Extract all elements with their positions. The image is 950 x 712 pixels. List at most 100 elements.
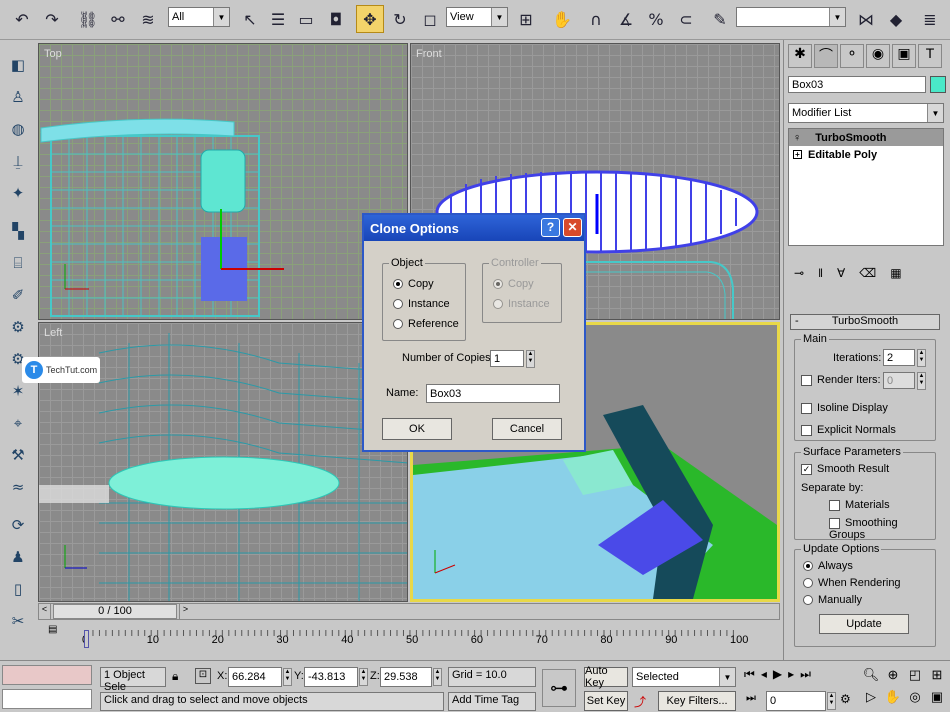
reference-coord-dropdown[interactable]: View ▼ xyxy=(446,7,508,27)
iterations-input[interactable] xyxy=(883,349,915,366)
angle-snap-icon[interactable]: ∡ xyxy=(612,5,640,33)
modifier-list-dropdown[interactable]: Modifier List ▼ xyxy=(788,103,944,123)
maxscript-listener-white[interactable] xyxy=(2,689,92,709)
smoothing-groups-checkbox[interactable] xyxy=(829,517,840,529)
play-icon[interactable]: ▶ xyxy=(773,667,782,687)
undo-icon[interactable]: ↶ xyxy=(8,5,36,33)
named-selection-sets-dropdown[interactable]: ▼ xyxy=(736,7,846,27)
sphere-icon[interactable]: ◍ xyxy=(5,116,31,142)
pan-icon[interactable]: ✋ xyxy=(882,689,904,711)
checker-icon[interactable]: ▚ xyxy=(5,218,31,244)
select-and-move-icon[interactable]: ✥ xyxy=(356,5,384,33)
create-box-icon[interactable]: ◧ xyxy=(5,52,31,78)
ok-button[interactable]: OK xyxy=(382,418,452,440)
select-and-scale-icon[interactable]: ◻ xyxy=(416,5,444,33)
select-by-name-icon[interactable]: ☰ xyxy=(264,5,292,33)
x-coordinate-input[interactable] xyxy=(228,667,282,687)
add-time-tag[interactable]: Add Time Tag xyxy=(448,692,536,711)
layer-manager-icon[interactable]: ≣ xyxy=(916,5,944,33)
key-filters-button[interactable]: Key Filters... xyxy=(658,691,736,711)
select-manipulate-icon[interactable]: ✋ xyxy=(548,5,576,33)
create-tab-icon[interactable]: ✱ xyxy=(788,44,812,68)
pin-stack-icon[interactable]: ⊸ xyxy=(794,266,804,286)
edit-named-selection-icon[interactable]: ✎ xyxy=(706,5,734,33)
hierarchy-tab-icon[interactable]: ⚬ xyxy=(840,44,864,68)
biped-icon[interactable]: ♟ xyxy=(5,544,31,570)
key-mode-toggle-icon[interactable]: ⏭ xyxy=(746,692,756,705)
helper-icon[interactable]: ⚒ xyxy=(5,442,31,468)
default-tangent-icon[interactable]: ⤴ xyxy=(634,693,646,710)
modify-tab-icon[interactable]: ⌒ xyxy=(814,44,838,68)
percent-snap-icon[interactable]: % xyxy=(642,5,670,33)
spacewarp-icon[interactable]: ≈ xyxy=(5,474,31,500)
mirror-icon[interactable]: ⋈ xyxy=(852,5,880,33)
cancel-button[interactable]: Cancel xyxy=(492,418,562,440)
cylinder-icon[interactable]: ⌸ xyxy=(5,250,31,276)
maxscript-listener-pink[interactable] xyxy=(2,665,92,685)
smooth-result-checkbox[interactable]: ✓ xyxy=(801,463,812,475)
remove-modifier-icon[interactable]: ⌫ xyxy=(859,266,876,286)
next-frame-icon[interactable]: ▸ xyxy=(788,667,794,687)
zoom-icon[interactable]: 🔍︎ xyxy=(860,667,882,689)
zoom-extents-all-icon[interactable]: ⊞ xyxy=(926,667,948,689)
selection-filter-dropdown[interactable]: All ▼ xyxy=(168,7,230,27)
y-spinner[interactable]: ▲ ▼ xyxy=(359,668,368,686)
iterations-spinner[interactable]: ▲ ▼ xyxy=(917,349,926,367)
absolute-mode-icon[interactable]: ⊡ xyxy=(195,668,211,684)
render-iters-checkbox[interactable] xyxy=(801,374,812,386)
current-frame-input[interactable] xyxy=(766,691,826,711)
camera-icon[interactable]: ⌖ xyxy=(5,410,31,436)
lightbulb-icon[interactable]: ♀ xyxy=(793,132,801,144)
instance-radio[interactable] xyxy=(393,299,403,310)
rectangular-region-icon[interactable]: ▭ xyxy=(292,5,320,33)
align-icon[interactable]: ◆ xyxy=(882,5,910,33)
field-of-view-icon[interactable]: ▷ xyxy=(860,689,882,711)
tube-icon[interactable]: ▯ xyxy=(5,576,31,602)
render-iters-spinner[interactable]: ▲ ▼ xyxy=(917,372,926,390)
time-slider-prev[interactable]: < xyxy=(39,604,51,619)
time-config-icon[interactable]: ⚙ xyxy=(840,692,851,706)
key-mode-dropdown[interactable]: Selected ▼ xyxy=(632,667,736,687)
shirt-icon[interactable]: ♙ xyxy=(5,84,31,110)
track-bar[interactable]: ▤ 0102030405060708090100 xyxy=(38,622,780,658)
auto-key-button[interactable]: Auto Key xyxy=(584,665,628,689)
x-spinner[interactable]: ▲ ▼ xyxy=(283,668,292,686)
curve-editor-icon[interactable]: ▤ xyxy=(48,624,66,640)
z-coordinate-input[interactable] xyxy=(380,667,432,687)
configure-modifier-sets-icon[interactable]: ▦ xyxy=(890,266,901,286)
arc-rotate-icon[interactable]: ◎ xyxy=(904,689,926,711)
snaps-toggle-icon[interactable]: ∩ xyxy=(582,5,610,33)
lock-icon[interactable]: 🔒︎ xyxy=(172,669,178,684)
key-icon[interactable]: ⊶ xyxy=(542,669,576,707)
go-to-start-icon[interactable]: ⏮ xyxy=(744,667,755,687)
help-icon[interactable]: ? xyxy=(541,218,560,237)
previous-frame-icon[interactable]: ◂ xyxy=(761,667,767,687)
set-key-button[interactable]: Set Key xyxy=(584,691,628,711)
clone-name-input[interactable] xyxy=(426,384,560,403)
star-icon[interactable]: ✦ xyxy=(5,180,31,206)
pivot-center-icon[interactable]: ⊞ xyxy=(512,5,540,33)
number-of-copies-input[interactable] xyxy=(490,350,524,367)
y-coordinate-input[interactable] xyxy=(304,667,358,687)
zoom-extents-icon[interactable]: ◰ xyxy=(904,667,926,689)
time-slider[interactable]: < 0 / 100 > xyxy=(38,603,780,620)
link-icon[interactable]: ⛓ xyxy=(74,5,102,33)
render-iters-input[interactable] xyxy=(883,372,915,389)
zoom-all-icon[interactable]: ⊕ xyxy=(882,667,904,689)
redo-icon[interactable]: ↷ xyxy=(38,5,66,33)
controller-instance-radio[interactable] xyxy=(493,299,503,310)
frame-spinner[interactable]: ▲ ▼ xyxy=(827,692,836,710)
controller-copy-radio[interactable] xyxy=(493,279,503,290)
window-crossing-icon[interactable]: ◘ xyxy=(322,5,350,33)
display-tab-icon[interactable]: ▣ xyxy=(892,44,916,68)
copies-spinner[interactable]: ▲ ▼ xyxy=(526,350,535,368)
pencil-icon[interactable]: ✐ xyxy=(5,282,31,308)
update-button[interactable]: Update xyxy=(819,614,909,634)
object-name-input[interactable] xyxy=(788,76,926,93)
viewport-top[interactable]: Top xyxy=(38,43,408,320)
copy-radio[interactable] xyxy=(393,279,403,290)
bind-spacewarp-icon[interactable]: ≋ xyxy=(134,5,162,33)
maximize-viewport-icon[interactable]: ▣ xyxy=(926,689,948,711)
select-and-rotate-icon[interactable]: ↻ xyxy=(386,5,414,33)
expand-icon[interactable]: + xyxy=(793,150,802,159)
